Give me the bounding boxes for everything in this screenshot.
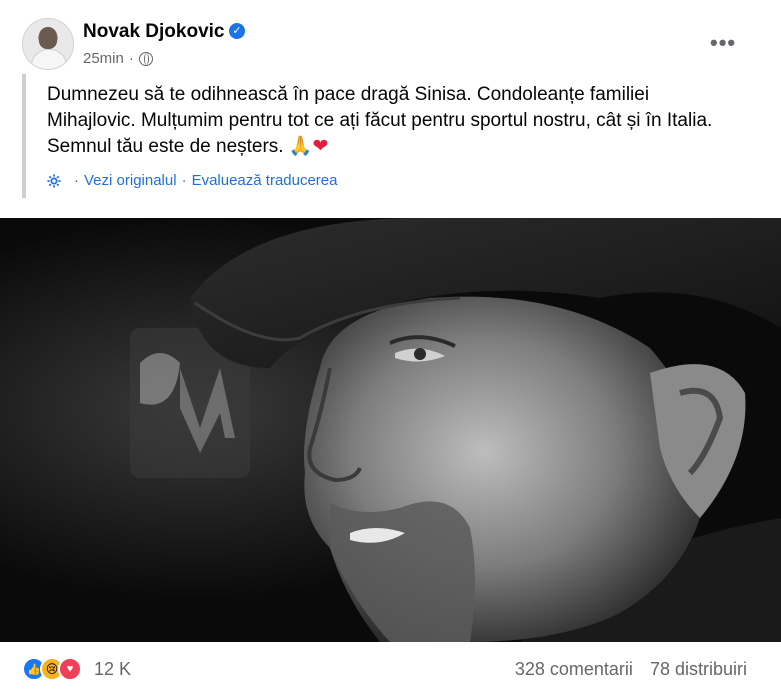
post-text-line: Dumnezeu să te odihnească în pace dragă … [47,84,650,105]
post-header: Novak Djokovic ✓ 25min · ••• [20,18,760,72]
post-time[interactable]: 25min [83,50,124,67]
more-options-icon[interactable]: ••• [710,30,736,56]
globe-icon [138,51,153,66]
avatar[interactable] [22,18,74,70]
portrait-image [0,218,781,642]
gear-icon [47,173,61,188]
rate-translation-link[interactable]: Evaluează traducerea [192,172,338,189]
comments-count[interactable]: 328 comentarii [515,659,633,679]
dot-separator: · [128,50,134,67]
heart-emoji-icon: ❤ [312,136,329,157]
dot-separator: · [181,172,187,189]
see-original-link[interactable]: Vezi originalul [84,172,177,189]
avatar-shirt [31,49,67,69]
translation-quote-bar [22,74,26,198]
author-name[interactable]: Novak Djokovic [83,21,225,43]
post-card: Novak Djokovic ✓ 25min · ••• Dumnezeu să… [0,0,781,700]
verified-badge-icon: ✓ [229,23,245,39]
reaction-summary[interactable]: 👍 😢 ♥ 12 K [22,657,131,681]
pray-emoji-icon: 🙏 [288,136,313,157]
post-text-line-3: Semnul tău este de neșters. 🙏❤ [47,134,767,160]
post-photo[interactable] [0,218,781,642]
post-text-line: Mihajlovic. Mulțumim pentru tot ce ați f… [47,110,713,131]
translation-bar: · Vezi originalul · Evaluează traducerea [47,172,338,189]
love-reaction-icon: ♥ [58,657,82,681]
post-text: Dumnezeu să te odihnească în pace dragă … [47,82,767,160]
reaction-count[interactable]: 12 K [94,659,131,680]
post-meta: 25min · [83,50,153,67]
shares-count[interactable]: 78 distribuiri [650,659,747,679]
post-footer: 👍 😢 ♥ 12 K 328 comentarii 78 distribuiri [0,642,781,700]
post-text-line: Semnul tău este de neșters. [47,136,284,157]
avatar-head [39,27,57,49]
dot-separator: · [74,172,79,189]
engagement-stats: 328 comentarii 78 distribuiri [515,659,747,680]
